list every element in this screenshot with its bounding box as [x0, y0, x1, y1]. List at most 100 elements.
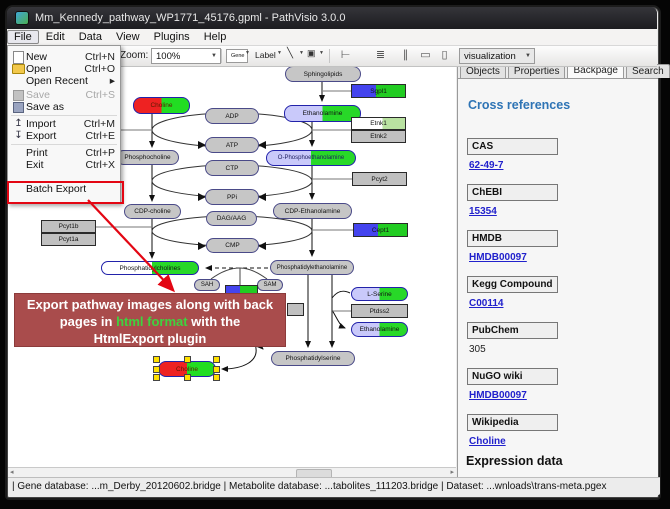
chevron-down-icon[interactable]: ▼	[299, 50, 304, 56]
gene-box-sgpl1[interactable]: Sgpl1	[351, 84, 406, 98]
chevron-down-icon[interactable]: ▼	[319, 50, 324, 56]
file-menu-new[interactable]: NewCtrl+N	[8, 51, 120, 63]
distribute-horizontal-icon[interactable]: ≣	[373, 48, 388, 63]
save-icon	[11, 90, 26, 101]
common-height-icon[interactable]: ▯	[437, 48, 452, 63]
pubchem-value: 305	[469, 344, 486, 355]
status-text: | Gene database: ...m_Derby_20120602.bri…	[12, 481, 606, 492]
zoom-combobox[interactable]: 100% ▼	[151, 48, 221, 64]
distribute-vertical-icon[interactable]: ∥	[398, 48, 413, 63]
chevron-down-icon[interactable]: ▼	[277, 50, 282, 56]
gene-box-pcyt2[interactable]: Pcyt2	[352, 172, 407, 186]
window-title: Mm_Kennedy_pathway_WP1771_45176.gpml - P…	[35, 12, 345, 24]
callout-line2-post: with the	[188, 314, 241, 329]
chebi-link[interactable]: 15354	[469, 206, 497, 217]
selection-handle[interactable]	[213, 374, 220, 381]
node-phosphatidylserine[interactable]: Phosphatidylserine	[271, 351, 355, 366]
menu-plugins[interactable]: Plugins	[147, 30, 197, 44]
node-phosphatidylcholines[interactable]: Phosphatidylcholines	[101, 261, 199, 275]
file-menu-save-as[interactable]: Save as	[8, 101, 120, 113]
gene-box-etnk2[interactable]: Etnk2	[351, 130, 406, 143]
section-header-pubchem: PubChem	[467, 322, 558, 339]
open-folder-icon	[11, 64, 26, 74]
node-sah[interactable]: SAH	[194, 279, 220, 291]
side-panel: Objects Properties Backpage Search Legen…	[457, 62, 658, 477]
file-menu-import[interactable]: ↥ ImportCtrl+M	[8, 118, 120, 130]
file-menu-print[interactable]: PrintCtrl+P	[8, 147, 120, 159]
selection-handle[interactable]	[153, 374, 160, 381]
node-sam[interactable]: SAM	[257, 279, 283, 291]
import-icon: ↥	[11, 119, 26, 129]
gene-box-pcyt1b[interactable]: Pcyt1b	[41, 220, 96, 233]
selection-handle[interactable]	[213, 356, 220, 363]
file-menu-export[interactable]: ↧ ExportCtrl+E	[8, 130, 120, 142]
node-choline[interactable]: Choline	[133, 97, 190, 114]
node-ctp[interactable]: CTP	[205, 160, 259, 176]
screenshot: Mm_Kennedy_pathway_WP1771_45176.gpml - P…	[0, 0, 670, 509]
expression-data-heading: Expression data	[466, 454, 563, 468]
selection-handle[interactable]	[153, 356, 160, 363]
section-header-wikipedia: Wikipedia	[467, 414, 558, 431]
node-ethanolamine-bottom[interactable]: Ethanolamine	[351, 322, 408, 337]
gene-box-pcyt1a[interactable]: Pcyt1a	[41, 233, 96, 246]
batch-export-highlight-box	[7, 181, 124, 204]
gene-box-ptdss2[interactable]: Ptdss2	[351, 304, 408, 318]
node-ppi[interactable]: PPi	[205, 189, 259, 205]
node-atp[interactable]: ATP	[205, 137, 259, 153]
callout-highlight: html format	[116, 314, 188, 329]
line-tool-button[interactable]: ╲	[287, 48, 293, 59]
annotation-callout: Export pathway images along with back pa…	[14, 293, 286, 347]
menu-data[interactable]: Data	[72, 30, 109, 44]
common-width-icon[interactable]: ▭	[418, 48, 433, 63]
node-ethanolamine[interactable]: Ethanolamine	[284, 105, 361, 122]
align-center-icon[interactable]: ⊢	[338, 48, 353, 63]
chevron-down-icon[interactable]: ▼	[522, 53, 534, 59]
callout-line3: HtmlExport plugin	[94, 331, 207, 346]
hmdb-link[interactable]: HMDB00097	[469, 252, 527, 263]
node-phosphocholine[interactable]: Phosphocholine	[116, 150, 179, 165]
file-menu-save: SaveCtrl+S	[8, 89, 120, 101]
save-as-icon	[11, 102, 26, 113]
wikipedia-link[interactable]: Choline	[469, 436, 506, 447]
node-cmp[interactable]: CMP	[206, 238, 259, 253]
node-dag-aag[interactable]: DAG/AAG	[206, 211, 257, 226]
selection-handle[interactable]	[213, 366, 220, 373]
node-adp[interactable]: ADP	[205, 108, 259, 124]
label-tool-button[interactable]: Label	[255, 50, 276, 60]
menu-view[interactable]: View	[109, 30, 147, 44]
menu-file[interactable]: File	[7, 30, 39, 44]
kegg-link[interactable]: C00114	[469, 298, 503, 309]
shape-tool-button[interactable]: ▣	[307, 48, 316, 59]
selection-handle[interactable]	[184, 356, 191, 363]
submenu-arrow-icon: ▸	[110, 75, 115, 87]
cas-link[interactable]: 62-49-7	[469, 160, 503, 171]
file-menu-open[interactable]: OpenCtrl+O	[8, 63, 120, 75]
file-menu-exit[interactable]: ExitCtrl+X	[8, 159, 120, 171]
selection-handle[interactable]	[184, 374, 191, 381]
node-phosphatidylethanolamine[interactable]: Phosphatidylethanolamine	[270, 260, 354, 275]
chevron-down-icon[interactable]: ▼	[245, 50, 250, 56]
section-header-kegg: Kegg Compound	[467, 276, 558, 293]
title-bar[interactable]: Mm_Kennedy_pathway_WP1771_45176.gpml - P…	[7, 7, 657, 29]
visualization-combobox[interactable]: visualization ▼	[459, 48, 535, 64]
chevron-down-icon[interactable]: ▼	[208, 53, 220, 59]
node-cdp-ethanolamine[interactable]: CDP-Ethanolamine	[273, 203, 352, 219]
status-bar: | Gene database: ...m_Derby_20120602.bri…	[8, 477, 660, 495]
selection-handle[interactable]	[153, 366, 160, 373]
file-menu-open-recent[interactable]: Open Recent▸	[8, 75, 120, 87]
section-header-nugo: NuGO wiki	[467, 368, 558, 385]
nugo-link[interactable]: HMDB00097	[469, 390, 527, 401]
export-icon: ↧	[11, 131, 26, 141]
menu-help[interactable]: Help	[197, 30, 234, 44]
node-l-serine[interactable]: L-Serine	[351, 287, 408, 301]
gene-box-cept1[interactable]: Cept1	[353, 223, 408, 237]
app-icon	[15, 11, 29, 25]
gene-box-partial-2[interactable]	[287, 303, 304, 316]
menu-edit[interactable]: Edit	[39, 30, 72, 44]
menu-bar: File Edit Data View Plugins Help	[7, 29, 657, 46]
gene-box-etnk1[interactable]: Etnk1	[351, 117, 406, 130]
node-cdp-choline[interactable]: CDP-choline	[124, 204, 181, 219]
node-o-phosphoethanolamine[interactable]: O-Phosphoethanolamine	[266, 150, 356, 166]
section-header-chebi: ChEBI	[467, 184, 558, 201]
node-sphingolipids[interactable]: Sphingolipids	[285, 66, 361, 82]
